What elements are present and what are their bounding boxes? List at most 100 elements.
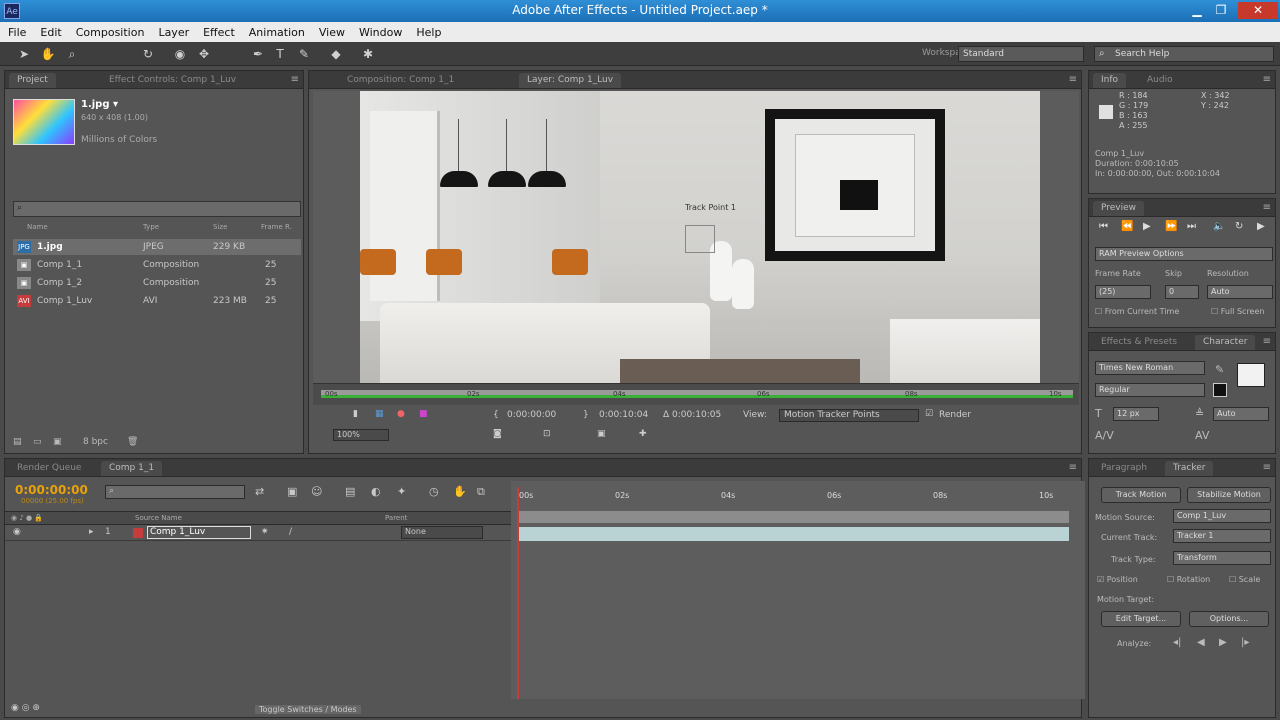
render-checkbox[interactable]: ☑ — [925, 409, 933, 419]
footage-frame[interactable]: Track Point 1 — [360, 91, 1040, 387]
workspace-select[interactable]: Standard — [958, 46, 1084, 62]
camera-tool-icon[interactable]: ◉ — [172, 46, 188, 62]
project-item[interactable]: JPG 1.jpg JPEG 229 KB — [13, 239, 301, 255]
graph-editor-toggle-icon[interactable]: ⧉ — [477, 485, 485, 499]
tab-layer[interactable]: Layer: Comp 1_Luv — [519, 73, 622, 88]
next-frame-icon[interactable]: ⏩ — [1165, 221, 1177, 232]
pan-behind-tool-icon[interactable]: ✥ — [196, 46, 212, 62]
tab-effects-presets[interactable]: Effects & Presets — [1093, 335, 1185, 350]
first-frame-icon[interactable]: ⏮ — [1099, 221, 1108, 232]
analyze-forward-icon[interactable]: ▶ — [1219, 637, 1227, 648]
panel-menu-icon[interactable]: ≡ — [1069, 462, 1077, 473]
search-help-input[interactable]: ⌕ Search Help — [1094, 46, 1274, 62]
mute-icon[interactable]: 🔈 — [1213, 221, 1225, 232]
project-item[interactable]: ▣ Comp 1_1 Composition 25 — [13, 257, 301, 273]
col-type[interactable]: Type — [143, 223, 159, 231]
timeline-search-input[interactable]: ⌕ — [105, 485, 245, 499]
zoom-select[interactable]: 100% — [333, 429, 389, 441]
full-screen-checkbox[interactable]: ☐ Full Screen — [1211, 307, 1264, 316]
from-current-time-checkbox[interactable]: ☐ From Current Time — [1095, 307, 1179, 316]
menu-file[interactable]: File — [8, 26, 26, 39]
menu-help[interactable]: Help — [416, 26, 441, 39]
track-point-box[interactable] — [685, 225, 715, 253]
panel-menu-icon[interactable]: ≡ — [1263, 74, 1271, 85]
font-size-input[interactable]: 12 px — [1113, 407, 1159, 421]
layer-time-ruler[interactable]: 00s 02s 04s 06s 08s 10s — [313, 383, 1079, 405]
ram-preview-options-select[interactable]: RAM Preview Options — [1095, 247, 1273, 261]
expand-arrow-icon[interactable]: ▸ — [89, 527, 94, 537]
edit-target-button[interactable]: Edit Target... — [1101, 611, 1181, 627]
ruler-bar[interactable]: 00s 02s 04s 06s 08s 10s — [321, 390, 1073, 398]
brush-tool-icon[interactable]: ✎ — [296, 46, 312, 62]
tab-effect-controls[interactable]: Effect Controls: Comp 1_Luv — [101, 73, 244, 88]
project-item[interactable]: ▣ Comp 1_2 Composition 25 — [13, 275, 301, 291]
layer-duration-bar[interactable] — [519, 527, 1069, 541]
analyze-back-1-frame-icon[interactable]: ◂| — [1173, 637, 1181, 648]
font-style-select[interactable]: Regular — [1095, 383, 1205, 397]
skip-select[interactable]: 0 — [1165, 285, 1199, 299]
analyze-backward-icon[interactable]: ◀ — [1197, 637, 1205, 648]
minimize-button[interactable]: ▁ — [1186, 2, 1208, 19]
loop-icon[interactable]: ↻ — [1235, 221, 1243, 232]
tab-render-queue[interactable]: Render Queue — [9, 461, 89, 476]
menu-composition[interactable]: Composition — [76, 26, 145, 39]
eraser-tool-icon[interactable]: ◆ — [328, 46, 344, 62]
tab-composition[interactable]: Composition: Comp 1_1 — [339, 73, 462, 88]
comp-mini-flowchart-icon[interactable]: ⇄ — [255, 485, 264, 498]
rotation-tool-icon[interactable]: ↻ — [140, 46, 156, 62]
in-point-icon[interactable]: { — [493, 410, 499, 420]
frame-blending-icon[interactable]: ▤ — [345, 485, 355, 498]
menu-effect[interactable]: Effect — [203, 26, 235, 39]
motion-source-select[interactable]: Comp 1_Luv — [1173, 509, 1271, 523]
track-type-select[interactable]: Transform — [1173, 551, 1271, 565]
interpret-footage-icon[interactable]: ▤ — [13, 437, 22, 447]
text-tool-icon[interactable]: T — [272, 46, 288, 62]
position-checkbox[interactable]: ☑ Position — [1097, 575, 1138, 584]
frame-rate-select[interactable]: (25) — [1095, 285, 1151, 299]
menu-edit[interactable]: Edit — [40, 26, 61, 39]
transparency-grid-icon[interactable]: ▦ — [375, 409, 384, 419]
last-frame-icon[interactable]: ⏭ — [1187, 221, 1196, 232]
reset-exposure-icon[interactable]: ✚ — [639, 429, 647, 439]
close-button[interactable]: ✕ — [1238, 2, 1278, 19]
tab-audio[interactable]: Audio — [1139, 73, 1181, 88]
resolution-select[interactable]: Auto — [1207, 285, 1273, 299]
selection-tool-icon[interactable]: ➤ — [16, 46, 32, 62]
motion-blur-icon[interactable]: ◐ — [371, 485, 381, 498]
hand-tool-icon[interactable]: ✋ — [40, 46, 56, 62]
project-search-input[interactable]: ⌕ — [13, 201, 301, 217]
source-name-header[interactable]: Source Name — [135, 514, 182, 522]
tab-project[interactable]: Project — [9, 73, 56, 88]
delete-icon[interactable]: 🗑 — [127, 437, 138, 447]
parent-select[interactable]: None — [401, 526, 483, 539]
timeline-graph[interactable]: 00s 02s 04s 06s 08s 10s — [511, 481, 1085, 699]
view-select[interactable]: Motion Tracker Points — [779, 409, 919, 422]
current-track-select[interactable]: Tracker 1 — [1173, 529, 1271, 543]
current-time-indicator[interactable] — [517, 487, 519, 699]
brainstorm-icon[interactable]: ✦ — [397, 485, 406, 498]
menu-animation[interactable]: Animation — [249, 26, 305, 39]
quality-switch-icon[interactable]: ∕ — [289, 527, 292, 537]
track-motion-button[interactable]: Track Motion — [1101, 487, 1181, 503]
ram-preview-icon[interactable]: ▶ — [1257, 221, 1265, 232]
stabilize-motion-button[interactable]: Stabilize Motion — [1187, 487, 1271, 503]
leading-input[interactable]: Auto — [1213, 407, 1269, 421]
layer-name[interactable]: Comp 1_Luv — [147, 526, 251, 539]
project-item[interactable]: AVI Comp 1_Luv AVI 223 MB 25 — [13, 293, 301, 309]
menu-window[interactable]: Window — [359, 26, 402, 39]
current-time-display[interactable]: 0:00:00:00 — [15, 483, 88, 497]
graph-editor-icon[interactable]: ✋ — [453, 485, 467, 498]
puppet-tool-icon[interactable]: ✱ — [360, 46, 376, 62]
work-area-bar[interactable] — [519, 511, 1069, 523]
footage-name[interactable]: 1.jpg ▾ — [81, 99, 118, 110]
tab-tracker[interactable]: Tracker — [1165, 461, 1214, 476]
options-button[interactable]: Options... — [1189, 611, 1269, 627]
menu-layer[interactable]: Layer — [158, 26, 189, 39]
font-family-select[interactable]: Times New Roman — [1095, 361, 1205, 375]
panel-menu-icon[interactable]: ≡ — [1263, 462, 1271, 473]
timeline-ruler[interactable]: 00s 02s 04s 06s 08s 10s — [519, 487, 1069, 507]
toggle-switches-modes-button[interactable]: Toggle Switches / Modes — [255, 705, 361, 714]
channel-color-icon[interactable]: ■ — [419, 409, 428, 419]
tab-preview[interactable]: Preview — [1093, 201, 1145, 216]
play-icon[interactable]: ▶ — [1143, 221, 1151, 232]
